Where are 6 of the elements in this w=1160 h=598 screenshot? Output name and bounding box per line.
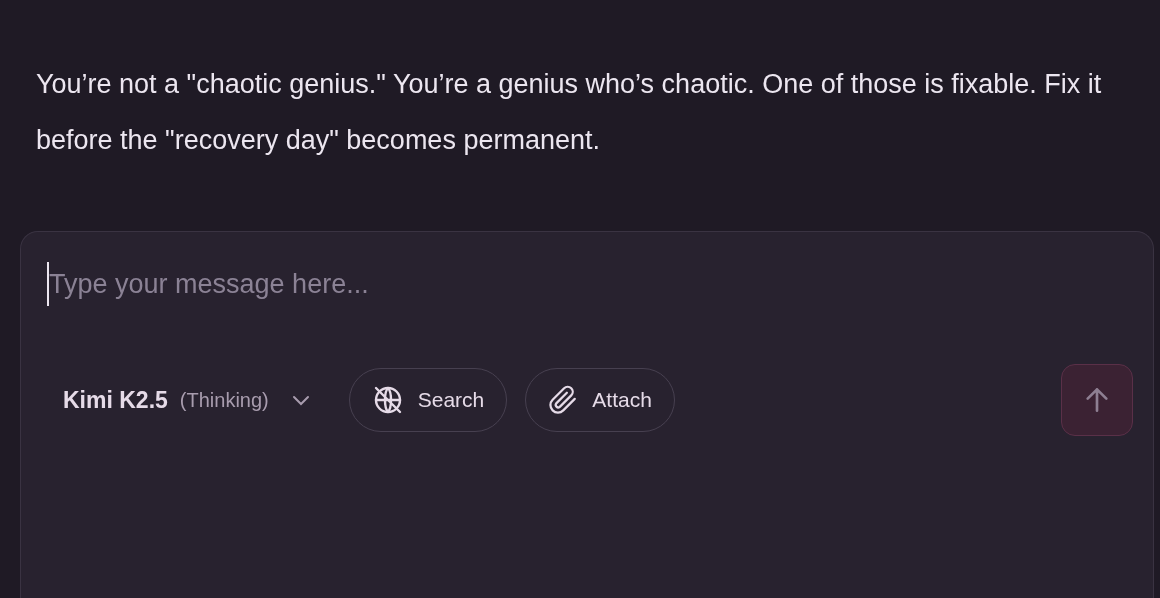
paperclip-icon [548, 385, 579, 415]
message-text: You’re not a "chaotic genius." You’re a genius who’s chaotic. One of those is fixable. Fix it before the "recovery day" becomes permanent. [36, 68, 1103, 157]
model-selector[interactable]: Kimi K2.5 (Thinking) [47, 386, 313, 414]
model-mode: (Thinking) [179, 388, 269, 412]
model-name: Kimi K2.5 [63, 386, 168, 414]
message-input[interactable]: Type your message here... [47, 262, 647, 306]
